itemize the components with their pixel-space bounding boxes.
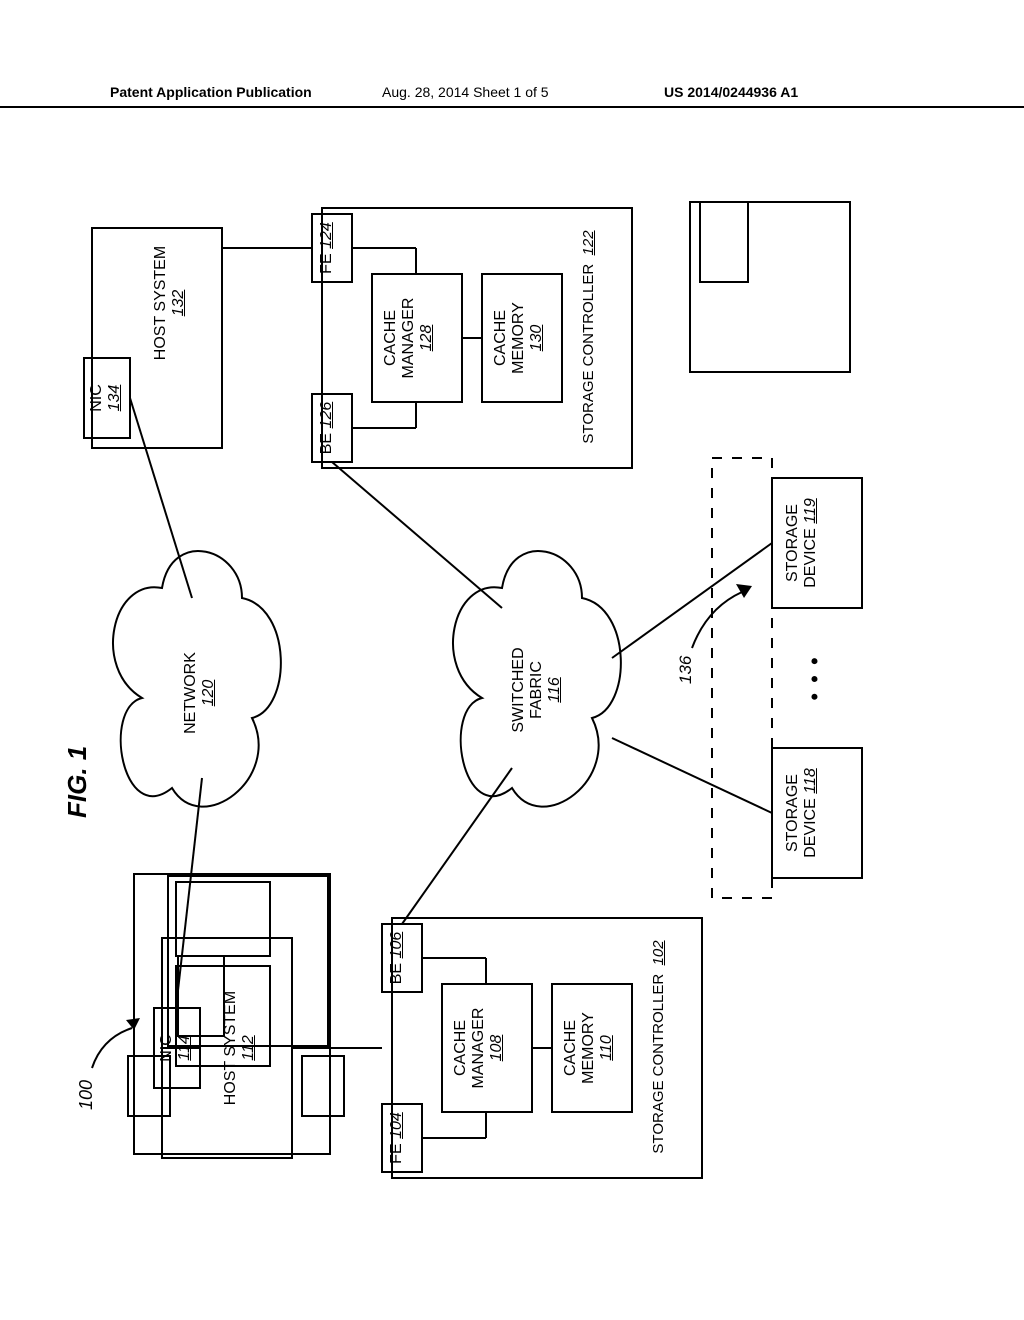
fe-right-label: FE [318, 253, 335, 273]
fabric-label2: FABRIC [528, 620, 546, 760]
nic-left-label: NIC [158, 1012, 176, 1084]
network-cloud: NETWORK 120 [182, 628, 218, 758]
be-left-num: 106 [388, 932, 405, 959]
nic-left: NIC 114 [158, 1012, 194, 1084]
fabric-num: 116 [546, 620, 564, 760]
fabric-label1: SWITCHED [510, 620, 528, 760]
network-num: 120 [200, 628, 218, 758]
network-label: NETWORK [182, 628, 200, 758]
nic-right-label: NIC [88, 362, 106, 434]
figure-title: FIG. 1 [62, 746, 93, 818]
nic-left-num: 114 [176, 1012, 194, 1084]
cache-mgr-right-label: CACHE [382, 274, 400, 402]
ctrl-left-num: 102 [650, 940, 667, 965]
cache-mgr-right-num: 128 [418, 274, 436, 402]
cache-mem-right: CACHE MEMORY 130 [492, 274, 546, 402]
host-right: HOST SYSTEM 132 [152, 228, 188, 378]
dev118-num: 118 [802, 768, 819, 794]
controller-left: STORAGE CONTROLLER 102 [650, 922, 667, 1172]
ctrl-left-label: STORAGE [650, 1081, 667, 1154]
cache-mgr-left-num: 108 [488, 984, 506, 1112]
be-right-label: BE [318, 433, 335, 454]
host-left: HOST SYSTEM 112 [222, 958, 258, 1138]
be-right-num: 126 [318, 402, 335, 429]
cache-mgr-right-label2: MANAGER [400, 274, 418, 402]
cache-mem-left: CACHE MEMORY 110 [562, 984, 616, 1112]
header-right: US 2014/0244936 A1 [664, 84, 798, 100]
fabric-cloud: SWITCHED FABRIC 116 [510, 620, 564, 760]
be-right: BE 126 [318, 394, 336, 462]
nic-right-num: 134 [106, 362, 124, 434]
storage-group-ref: 136 [676, 656, 696, 684]
dev118-label2: DEVICE [802, 798, 819, 858]
cache-mem-left-label: CACHE [562, 984, 580, 1112]
dev119-label2: DEVICE [802, 528, 819, 588]
ctrl-left-label2: CONTROLLER [650, 974, 667, 1077]
page-header: Patent Application Publication Aug. 28, … [0, 84, 1024, 108]
storage-dev-118: STORAGE DEVICE 118 [784, 748, 820, 878]
cache-mem-left-label2: MEMORY [580, 984, 598, 1112]
rotated-canvas: FIG. 1 100 NETWORK 120 SWITCHED FABRIC 1… [72, 166, 952, 1218]
host-right-label: HOST SYSTEM [152, 228, 170, 378]
header-left: Patent Application Publication [110, 84, 312, 100]
cache-mem-right-label: CACHE [492, 274, 510, 402]
host-left-num: 112 [240, 958, 258, 1138]
dev118-label: STORAGE [784, 748, 802, 878]
dev119-num: 119 [802, 498, 819, 524]
header-mid: Aug. 28, 2014 Sheet 1 of 5 [382, 84, 549, 100]
cache-mem-right-label2: MEMORY [510, 274, 528, 402]
fe-left-num: 104 [388, 1112, 405, 1139]
cache-mgr-right: CACHE MANAGER 128 [382, 274, 436, 402]
storage-ellipsis: • • • [802, 638, 828, 718]
storage-dev-119: STORAGE DEVICE 119 [784, 478, 820, 608]
cache-mgr-left: CACHE MANAGER 108 [452, 984, 506, 1112]
dev119-label: STORAGE [784, 478, 802, 608]
ctrl-right-label2: CONTROLLER [580, 264, 597, 367]
cache-mem-right-num: 130 [528, 274, 546, 402]
cache-mgr-left-label2: MANAGER [470, 984, 488, 1112]
cache-mgr-left-label: CACHE [452, 984, 470, 1112]
host-left-label: HOST SYSTEM [222, 958, 240, 1138]
fe-right-num: 124 [318, 222, 335, 249]
system-ref: 100 [76, 1080, 97, 1110]
ctrl-right-num: 122 [580, 230, 597, 255]
figure-stage: FIG. 1 100 NETWORK 120 SWITCHED FABRIC 1… [72, 166, 952, 1218]
host-right-num: 132 [170, 228, 188, 378]
be-left-label: BE [388, 963, 405, 984]
cache-mem-left-num: 110 [598, 984, 616, 1112]
fe-left-label: FE [388, 1143, 405, 1163]
fe-right: FE 124 [318, 214, 336, 282]
be-left: BE 106 [388, 924, 406, 992]
fe-left: FE 104 [388, 1104, 406, 1172]
controller-right: STORAGE CONTROLLER 122 [580, 212, 597, 462]
nic-right: NIC 134 [88, 362, 124, 434]
ctrl-right-label: STORAGE [580, 371, 597, 444]
